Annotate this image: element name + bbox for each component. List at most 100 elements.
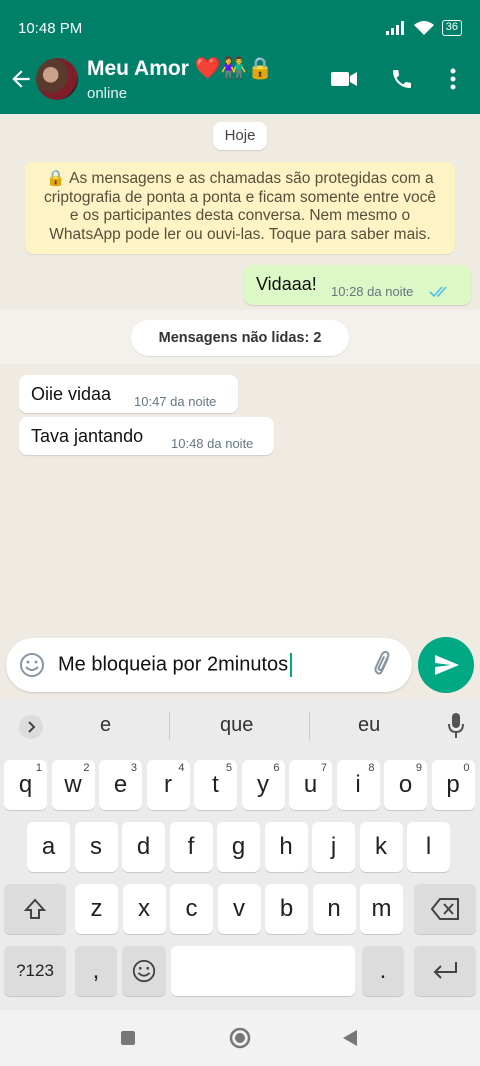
emoji-icon xyxy=(132,959,156,983)
back-nav-icon[interactable] xyxy=(342,1029,358,1047)
space-key[interactable] xyxy=(171,946,355,996)
microphone-icon[interactable] xyxy=(446,712,466,740)
key-label: x xyxy=(138,895,150,922)
wifi-icon xyxy=(413,21,434,35)
back-arrow-icon[interactable] xyxy=(8,66,34,92)
more-options-icon[interactable] xyxy=(444,66,462,92)
unread-messages-chip: Mensagens não lidas: 2 xyxy=(131,320,349,356)
contact-name[interactable]: Meu Amor ❤️👫🔒 xyxy=(87,57,273,81)
key-z[interactable]: z xyxy=(75,884,118,934)
message-composer[interactable]: Me bloqueia por 2minutos xyxy=(6,638,412,692)
key-g[interactable]: g xyxy=(217,822,260,872)
recents-icon[interactable] xyxy=(120,1030,136,1046)
key-w[interactable]: w2 xyxy=(51,760,95,810)
key-u[interactable]: u7 xyxy=(289,760,332,810)
key-q[interactable]: q1 xyxy=(4,760,47,810)
message-bubble-incoming[interactable]: Tava jantando 10:48 da noite xyxy=(19,417,274,455)
key-a[interactable]: a xyxy=(27,822,70,872)
chat-header: 10:48 PM 36 Meu Amor ❤️👫🔒 online xyxy=(0,0,480,114)
key-f[interactable]: f xyxy=(169,822,213,872)
chat-area[interactable]: Hoje 🔒 As mensagens e as chamadas são pr… xyxy=(0,114,480,700)
keyboard: e que eu ?123 , . q 1 w 2 e 3 r 4 t 5 y … xyxy=(0,700,480,1010)
battery-indicator: 36 xyxy=(441,20,462,36)
key-m[interactable]: m xyxy=(360,884,403,934)
text-cursor xyxy=(290,653,293,677)
key-j[interactable]: j xyxy=(312,822,355,872)
key-label: m xyxy=(371,895,392,922)
video-call-icon[interactable] xyxy=(330,66,358,92)
key-label: h xyxy=(279,833,293,860)
send-icon xyxy=(435,655,459,675)
key-label: l xyxy=(425,833,432,860)
read-receipt-icon xyxy=(429,286,447,298)
key-p[interactable]: p0 xyxy=(431,760,475,810)
key-n[interactable]: n xyxy=(312,884,356,934)
contact-status: online xyxy=(87,85,128,102)
key-label: n xyxy=(327,895,341,922)
message-text: Tava jantando xyxy=(31,426,144,446)
key-number-hint: 9 xyxy=(415,762,422,774)
key-label: z xyxy=(90,895,103,922)
backspace-icon xyxy=(430,898,459,920)
message-input-text: Me bloqueia por 2minutos xyxy=(58,653,289,676)
shift-key[interactable] xyxy=(4,884,66,934)
key-e[interactable]: e3 xyxy=(99,760,142,810)
suggestion-word[interactable]: que xyxy=(220,714,253,737)
status-bar: 10:48 PM 36 xyxy=(0,0,480,50)
key-d[interactable]: d xyxy=(122,822,165,872)
key-y[interactable]: y6 xyxy=(241,760,285,810)
suggestion-word[interactable]: e xyxy=(100,714,111,737)
key-label: p xyxy=(446,771,460,798)
send-button[interactable] xyxy=(418,637,474,693)
key-number-hint: 6 xyxy=(273,762,280,774)
emoji-key[interactable] xyxy=(122,946,166,996)
comma-key[interactable]: , xyxy=(75,946,117,996)
message-text: Vidaaa! xyxy=(256,274,317,294)
key-h[interactable]: h xyxy=(264,822,308,872)
key-c[interactable]: c xyxy=(170,884,213,934)
message-input[interactable]: Me bloqueia por 2minutos xyxy=(58,653,293,677)
key-t[interactable]: t5 xyxy=(194,760,237,810)
attach-icon[interactable] xyxy=(370,651,398,679)
enter-key[interactable] xyxy=(414,946,476,996)
message-text: Oiie vidaa xyxy=(31,384,112,404)
enter-icon xyxy=(433,962,457,979)
key-label: e xyxy=(113,771,128,798)
emoji-icon[interactable] xyxy=(18,651,46,679)
key-i[interactable]: i8 xyxy=(336,760,380,810)
key-b[interactable]: b xyxy=(265,884,308,934)
key-label: c xyxy=(185,895,198,922)
key-number-hint: 2 xyxy=(83,762,90,774)
key-label: w xyxy=(64,771,82,798)
key-number-hint: 5 xyxy=(225,762,232,774)
key-number-hint: 4 xyxy=(178,762,185,774)
message-bubble-outgoing[interactable]: Vidaaa! 10:28 da noite xyxy=(244,265,471,305)
key-x[interactable]: x xyxy=(122,884,166,934)
key-label: d xyxy=(136,833,151,860)
symbols-key[interactable]: ?123 xyxy=(4,946,66,996)
key-label: t xyxy=(212,771,219,798)
key-r[interactable]: r4 xyxy=(146,760,190,810)
key-label: q xyxy=(18,771,33,798)
key-l[interactable]: l xyxy=(407,822,450,872)
encryption-notice[interactable]: 🔒 As mensagens e as chamadas são protegi… xyxy=(25,162,455,254)
key-label: y xyxy=(257,771,269,798)
key-o[interactable]: o9 xyxy=(384,760,427,810)
contact-avatar[interactable] xyxy=(36,58,78,100)
key-v[interactable]: v xyxy=(217,884,261,934)
voice-call-icon[interactable] xyxy=(390,66,414,92)
backspace-key[interactable] xyxy=(414,884,476,934)
suggestion-word[interactable]: eu xyxy=(358,714,380,737)
shift-icon xyxy=(23,898,47,919)
key-label: i xyxy=(355,771,361,798)
key-k[interactable]: k xyxy=(359,822,403,872)
home-icon[interactable] xyxy=(229,1027,251,1049)
expand-toolbar-icon[interactable] xyxy=(18,714,44,740)
message-bubble-incoming[interactable]: Oiie vidaa 10:47 da noite xyxy=(19,375,238,413)
message-time: 10:28 da noite xyxy=(331,284,414,299)
key-s[interactable]: s xyxy=(74,822,118,872)
signal-icon xyxy=(385,21,404,35)
period-key[interactable]: . xyxy=(362,946,404,996)
key-label: f xyxy=(187,833,195,860)
key-label: o xyxy=(398,771,413,798)
